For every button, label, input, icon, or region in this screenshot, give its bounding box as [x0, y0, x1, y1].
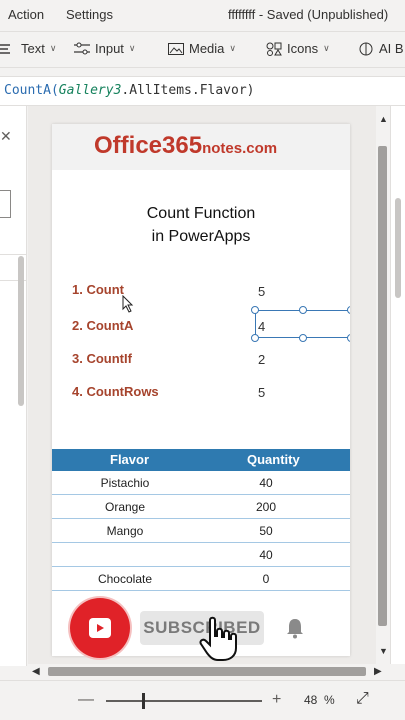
search-box[interactable]	[0, 190, 11, 218]
quantity-cell: 40	[259, 548, 273, 562]
input-label: Input	[95, 41, 124, 56]
ai-builder-label: AI B	[379, 41, 404, 56]
resize-handle[interactable]	[347, 306, 350, 314]
logo-suffix-text: notes.com	[202, 140, 278, 157]
zoom-slider-track[interactable]	[106, 700, 262, 702]
site-logo: Office365notes.com	[94, 132, 277, 160]
table-row[interactable]: Pistachio 40	[52, 471, 350, 495]
expand-icon[interactable]: ⤢	[356, 690, 369, 708]
media-dropdown-button[interactable]: Media ∨	[168, 41, 236, 56]
countrows-label[interactable]: 4. CountRows	[72, 384, 159, 399]
media-label: Media	[189, 41, 225, 56]
divider	[0, 254, 27, 255]
text-label: Text	[21, 41, 45, 56]
formula-bar[interactable]: CountA(Gallery3.AllItems.Flavor)	[0, 76, 405, 106]
ai-builder-icon	[358, 42, 374, 56]
quantity-cell: 0	[262, 572, 270, 586]
quantity-cell: 50	[259, 524, 273, 538]
save-status: ffffffff - Saved (Unpublished)	[228, 7, 389, 22]
resize-handle[interactable]	[299, 306, 307, 314]
scroll-left-arrow-icon[interactable]: ◀	[32, 666, 40, 677]
chevron-down-icon: ∨	[229, 43, 237, 53]
formula-gallery-ref: Gallery3	[58, 83, 122, 98]
counta-label[interactable]: 2. CountA	[72, 318, 133, 333]
zoom-unit: %	[324, 693, 335, 707]
formula-function: CountA(	[4, 83, 59, 98]
input-dropdown-button[interactable]: Input ∨	[74, 41, 136, 56]
resize-handle[interactable]	[299, 334, 307, 342]
scroll-up-arrow-icon[interactable]: ▲	[379, 114, 388, 124]
sliders-icon	[74, 42, 90, 56]
quantity-cell: 40	[259, 476, 273, 490]
zoom-level: 48 %	[304, 693, 335, 707]
resize-handle[interactable]	[251, 334, 259, 342]
text-dropdown-button[interactable]: Text ∨	[0, 41, 56, 56]
formula-property: .AllItems.Flavor)	[121, 83, 255, 98]
column-header-flavor: Flavor	[110, 452, 150, 467]
image-icon	[168, 42, 184, 56]
column-header-quantity: Quantity	[247, 452, 300, 467]
countrows-value[interactable]: 5	[258, 385, 265, 400]
scroll-right-arrow-icon[interactable]: ▶	[374, 666, 382, 677]
flavor-cell: Orange	[104, 500, 146, 514]
close-icon[interactable]: ✕	[0, 128, 12, 145]
flavor-cell: Pistachio	[100, 476, 150, 490]
chevron-down-icon: ∨	[49, 43, 57, 53]
resize-handle[interactable]	[347, 334, 350, 342]
table-row[interactable]: Mango 50	[52, 519, 350, 543]
chevron-down-icon: ∨	[323, 43, 330, 53]
text-icon	[0, 42, 16, 56]
menu-settings[interactable]: Settings	[66, 7, 113, 22]
flavor-cell: Mango	[106, 524, 144, 538]
icons-label: Icons	[287, 41, 319, 56]
zoom-out-icon[interactable]: —	[78, 691, 94, 709]
scrollbar-thumb[interactable]	[48, 667, 366, 676]
zoom-slider-thumb[interactable]	[142, 693, 145, 709]
mouse-pointer-icon	[122, 295, 134, 313]
table-row[interactable]: Chocolate 0	[52, 567, 350, 591]
table-header: Flavor Quantity	[52, 449, 350, 471]
panel-scrollbar[interactable]	[18, 256, 24, 406]
title-line-1: Count Function	[146, 205, 256, 222]
countif-value[interactable]: 2	[258, 352, 265, 367]
chevron-down-icon: ∨	[128, 43, 136, 53]
menu-action[interactable]: Action	[8, 7, 44, 22]
left-tree-panel: ✕	[0, 106, 27, 666]
canvas-vertical-scrollbar[interactable]: ▲ ▼	[376, 106, 390, 664]
zoom-in-icon[interactable]: +	[272, 691, 281, 709]
app-header: Office365notes.com	[52, 124, 350, 170]
ai-builder-button[interactable]: AI B	[358, 41, 404, 56]
zoom-value: 48	[304, 693, 318, 707]
scrollbar-thumb[interactable]	[378, 146, 387, 626]
app-screen: Office365notes.com Count Function in Pow…	[52, 124, 350, 656]
table-row[interactable]: Orange 200	[52, 495, 350, 519]
table-row[interactable]: 40	[52, 543, 350, 567]
icons-dropdown-button[interactable]: Icons ∨	[266, 41, 330, 56]
count-label[interactable]: 1. Count	[72, 282, 124, 297]
youtube-logo-icon[interactable]	[70, 598, 130, 658]
panel-scrollbar[interactable]	[395, 198, 401, 298]
hand-cursor-icon	[199, 616, 237, 661]
formula-text[interactable]: CountA(Gallery3.AllItems.Flavor)	[4, 83, 254, 98]
right-properties-panel	[390, 106, 405, 664]
insert-ribbon: Text ∨ Input ∨ Media ∨ Icons ∨ AI B	[0, 32, 405, 68]
resize-handle[interactable]	[251, 306, 259, 314]
scroll-down-arrow-icon[interactable]: ▼	[379, 646, 388, 656]
top-menu-bar: Action Settings ffffffff - Saved (Unpubl…	[0, 0, 405, 32]
canvas-horizontal-scrollbar[interactable]: ◀ ▶	[28, 664, 390, 680]
play-icon	[97, 624, 104, 632]
page-title: Count Function in PowerApps	[52, 202, 350, 248]
countif-label[interactable]: 3. CountIf	[72, 351, 132, 366]
title-line-2: in PowerApps	[151, 228, 251, 245]
shapes-icon	[266, 42, 282, 56]
logo-main-text: Office365	[94, 132, 203, 159]
count-value[interactable]: 5	[258, 284, 265, 299]
zoom-bar: — + 48 % ⤢	[0, 680, 405, 720]
bell-icon[interactable]	[284, 616, 306, 640]
quantity-cell: 200	[255, 500, 277, 514]
flavor-cell: Chocolate	[97, 572, 153, 586]
